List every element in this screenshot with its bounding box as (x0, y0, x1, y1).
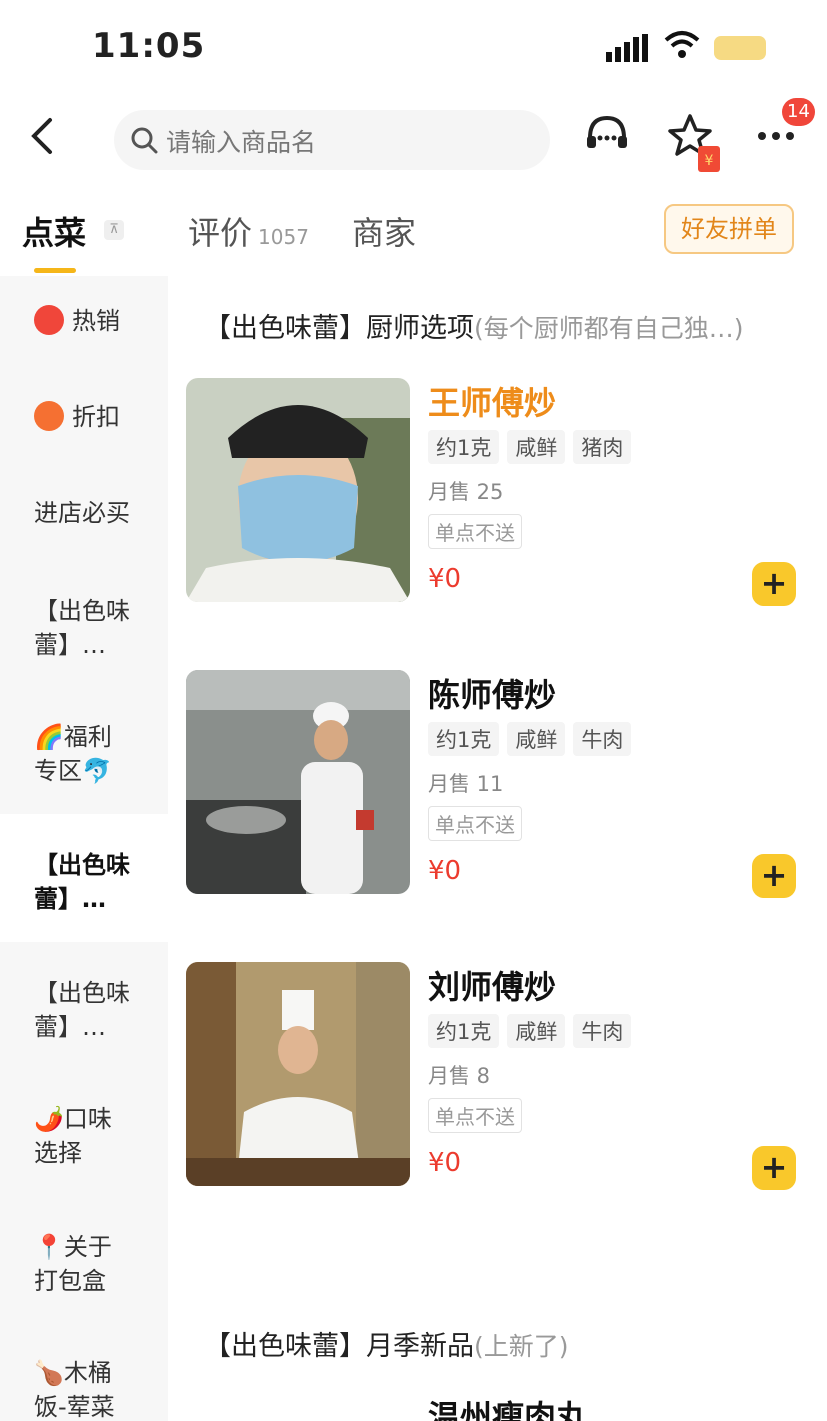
add-to-cart-button[interactable]: + (752, 562, 796, 606)
add-to-cart-button[interactable]: + (752, 1146, 796, 1190)
search-input[interactable]: 请输入商品名 (114, 110, 550, 170)
section-title: 【出色味蕾】月季新品(上新了) (204, 1324, 569, 1363)
customer-service-icon[interactable] (584, 112, 630, 158)
tab-bar: 点菜 ⊼ 评价 1057 商家 好友拼单 (0, 196, 827, 276)
sidebar-item-label: 【出色味蕾】… (34, 597, 130, 659)
section-description: (上新了) (474, 1332, 569, 1361)
back-arrow-icon[interactable] (28, 116, 58, 156)
sidebar-item-discount[interactable]: 折扣 (0, 400, 168, 434)
no-single-delivery-badge: 单点不送 (428, 1098, 522, 1133)
sidebar-item-label: 📍关于打包盒 (34, 1233, 112, 1295)
tab-order[interactable]: 点菜 (22, 208, 86, 254)
sidebar-item-taste[interactable]: 🌶️口味选择 (0, 1102, 130, 1170)
status-bar: 11:05 (0, 0, 827, 95)
product-tag: 约1克 (428, 722, 500, 756)
product-name: 刘师傅炒 (428, 968, 557, 1006)
sidebar-item-packaging[interactable]: 📍关于打包盒 (0, 1230, 130, 1298)
product-tag: 咸鲜 (507, 430, 566, 464)
product-tag: 牛肉 (573, 722, 632, 756)
chef-photo (186, 670, 410, 894)
product-card[interactable]: 陈师傅炒 约1克 咸鲜 牛肉 月售 11 单点不送 ¥0 + (186, 670, 806, 900)
product-tag: 约1克 (428, 430, 500, 464)
section-title: 【出色味蕾】厨师选项(每个厨师都有自己独…) (204, 306, 744, 345)
top-nav-bar: 请输入商品名 ¥ (0, 100, 827, 180)
no-single-delivery-badge: 单点不送 (428, 806, 522, 841)
product-name: 陈师傅炒 (428, 676, 557, 714)
svg-text:¥: ¥ (705, 153, 714, 169)
product-price: ¥0 (428, 1148, 462, 1178)
monthly-sales: 月售 8 (428, 1064, 491, 1088)
product-tag: 约1克 (428, 1014, 500, 1048)
product-name[interactable]: 温州瘦肉丸 (428, 1392, 588, 1421)
product-name: 王师傅炒 (428, 384, 557, 422)
tab-reviews-label: 评价 (188, 214, 253, 252)
product-tags: 约1克 咸鲜 牛肉 (428, 1014, 639, 1048)
sidebar-item-hot[interactable]: 热销 (0, 304, 168, 338)
search-icon (131, 127, 158, 154)
sidebar-item-flavor-3[interactable]: 【出色味蕾】… (0, 976, 130, 1044)
section-title-text: 【出色味蕾】厨师选项 (204, 313, 474, 344)
sidebar-item-label: 🌶️口味选择 (34, 1105, 112, 1167)
status-time: 11:05 (92, 26, 206, 66)
active-tab-indicator (34, 268, 76, 273)
sidebar-item-flavor-1[interactable]: 【出色味蕾】… (0, 594, 130, 662)
sidebar-item-must-buy[interactable]: 进店必买 (0, 496, 168, 530)
product-price: ¥0 (428, 856, 462, 886)
section-title-text: 【出色味蕾】月季新品 (204, 1331, 474, 1362)
cellular-signal-icon (606, 34, 648, 62)
tab-merchant[interactable]: 商家 (352, 208, 416, 254)
product-card[interactable]: 刘师傅炒 约1克 咸鲜 牛肉 月售 8 单点不送 ¥0 + (186, 962, 806, 1192)
group-order-button[interactable]: 好友拼单 (664, 204, 794, 254)
section-description: (每个厨师都有自己独…) (474, 314, 744, 343)
pin-top-icon[interactable]: ⊼ (104, 220, 124, 240)
product-tag: 咸鲜 (507, 1014, 566, 1048)
sidebar-item-label: 热销 (72, 307, 120, 335)
product-tag: 猪肉 (573, 430, 632, 464)
wifi-icon (664, 31, 700, 58)
product-tags: 约1克 咸鲜 猪肉 (428, 430, 639, 464)
tab-merchant-label: 商家 (352, 214, 417, 252)
sidebar-item-label: 🌈福利专区🐬 (34, 723, 112, 785)
product-price: ¥0 (428, 564, 462, 594)
sidebar-item-label: 【出色味蕾】… (34, 851, 130, 913)
search-placeholder: 请输入商品名 (166, 128, 317, 157)
sidebar-item-label: 【出色味蕾】… (34, 979, 130, 1041)
fire-icon (34, 305, 64, 335)
discount-icon (34, 401, 64, 431)
chef-photo (186, 378, 410, 602)
chef-photo (186, 962, 410, 1186)
product-tag: 咸鲜 (507, 722, 566, 756)
tab-reviews[interactable]: 评价 1057 (188, 208, 309, 254)
review-count: 1057 (258, 225, 309, 249)
sidebar-item-label: 进店必买 (34, 499, 130, 527)
sidebar-item-rice-meat[interactable]: 🍗木桶饭-荤菜 (0, 1356, 130, 1421)
sidebar-item-label: 折扣 (72, 403, 120, 431)
notification-badge: 14 (782, 98, 815, 126)
add-to-cart-button[interactable]: + (752, 854, 796, 898)
battery-icon (714, 36, 766, 60)
sidebar-item-label: 🍗木桶饭-荤菜 (34, 1359, 115, 1421)
sidebar-item-welfare[interactable]: 🌈福利专区🐬 (0, 720, 130, 788)
monthly-sales: 月售 11 (428, 772, 504, 796)
tab-order-label: 点菜 (22, 214, 87, 252)
product-list: 【出色味蕾】厨师选项(每个厨师都有自己独…) 王师傅炒 约1克 咸鲜 猪肉 月售 2… (168, 276, 827, 1421)
monthly-sales: 月售 25 (428, 480, 504, 504)
favorite-star-icon[interactable]: ¥ (668, 112, 724, 174)
product-card[interactable]: 王师傅炒 约1克 咸鲜 猪肉 月售 25 单点不送 ¥0 + (186, 378, 806, 608)
product-tags: 约1克 咸鲜 牛肉 (428, 722, 639, 756)
no-single-delivery-badge: 单点不送 (428, 514, 522, 549)
category-sidebar: 热销 折扣 进店必买 【出色味蕾】… 🌈福利专区🐬 【出色味蕾】… 【出色味蕾】… (0, 276, 168, 1421)
sidebar-item-flavor-2[interactable]: 【出色味蕾】… (0, 814, 168, 942)
product-tag: 牛肉 (573, 1014, 632, 1048)
